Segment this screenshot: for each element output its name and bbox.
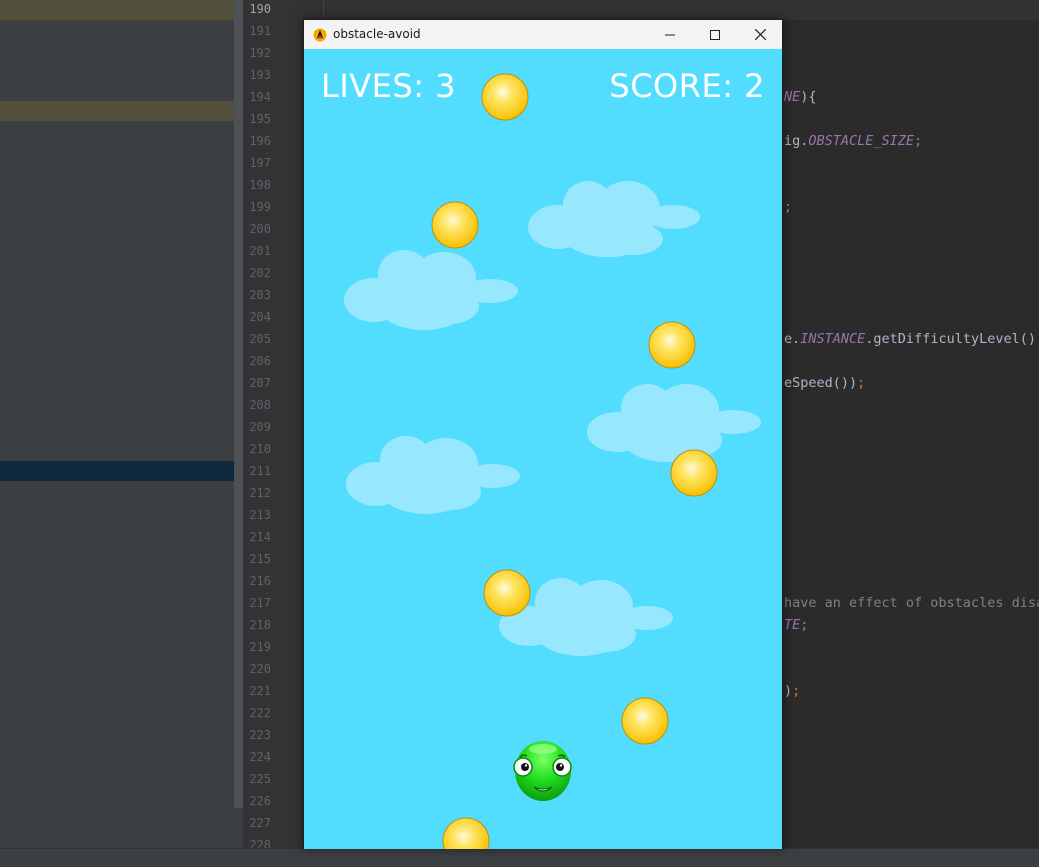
line-number: 202 xyxy=(249,266,271,280)
line-number: 224 xyxy=(249,750,271,764)
line-number: 218 xyxy=(249,618,271,632)
line-number: 216 xyxy=(249,574,271,588)
game-canvas[interactable]: LIVES: 3 SCORE: 2 xyxy=(304,49,782,849)
line-number: 200 xyxy=(249,222,271,236)
code-token: OBSTACLE_SIZE xyxy=(808,133,915,149)
line-number: 193 xyxy=(249,68,271,82)
coin-obstacle xyxy=(481,73,529,121)
maximize-button[interactable] xyxy=(692,20,738,49)
line-number: 198 xyxy=(249,178,271,192)
line-number: 209 xyxy=(249,420,271,434)
game-window[interactable]: obstacle-avoid LIVES: 3 SCORE: 2 xyxy=(303,19,783,849)
line-number: 207 xyxy=(249,376,271,390)
coin-obstacle xyxy=(483,569,531,617)
line-number: 210 xyxy=(249,442,271,456)
code-token: e. xyxy=(784,331,801,347)
cloud xyxy=(528,181,700,257)
coin-obstacle xyxy=(621,697,669,745)
window-title: obstacle-avoid xyxy=(333,27,421,41)
line-number: 214 xyxy=(249,530,271,544)
code-token: ){ xyxy=(800,89,817,105)
current-line-highlight xyxy=(303,0,1039,20)
code-line-221[interactable]: ); xyxy=(784,680,800,702)
line-number: 201 xyxy=(249,244,271,258)
close-icon xyxy=(754,29,766,40)
code-token: ; xyxy=(784,199,793,215)
code-token: ig. xyxy=(784,133,809,149)
line-number: 205 xyxy=(249,332,271,346)
code-line-217[interactable]: have an effect of obstacles disa xyxy=(784,592,1039,614)
code-token: INSTANCE xyxy=(800,331,866,347)
code-token: NE xyxy=(784,89,801,105)
line-number: 191 xyxy=(249,24,271,38)
line-number-gutter: 190 191 192 193 194 195 196 197 198 199 200 201 202 2… xyxy=(243,0,303,852)
line-number: 203 xyxy=(249,288,271,302)
highlighted-row xyxy=(0,101,243,121)
code-line-199[interactable]: ; xyxy=(784,196,792,218)
line-number: 223 xyxy=(249,728,271,742)
line-number: 192 xyxy=(249,46,271,60)
line-number: 213 xyxy=(249,508,271,522)
coin-obstacle xyxy=(431,201,479,249)
line-number: 227 xyxy=(249,816,271,830)
code-line-205[interactable]: e.INSTANCE.getDifficultyLevel(); xyxy=(784,328,1039,350)
code-token: ; xyxy=(914,133,923,149)
score-label: SCORE: 2 xyxy=(609,67,765,105)
line-number: 211 xyxy=(249,464,271,478)
line-number: 215 xyxy=(249,552,271,566)
code-token: .getDifficultyLevel() xyxy=(865,331,1036,347)
coin-obstacle xyxy=(670,449,718,497)
code-line-196[interactable]: ig.OBSTACLE_SIZE; xyxy=(784,130,922,152)
line-number: 206 xyxy=(249,354,271,368)
title-bar[interactable]: obstacle-avoid xyxy=(304,20,782,49)
project-panel xyxy=(0,0,243,848)
line-number: 225 xyxy=(249,772,271,786)
line-number: 195 xyxy=(249,112,271,126)
duke-java-icon xyxy=(313,27,327,42)
minimize-icon xyxy=(665,34,675,35)
line-number: 226 xyxy=(249,794,271,808)
selected-row[interactable] xyxy=(0,461,243,481)
line-number: 217 xyxy=(249,596,271,610)
coin-obstacle xyxy=(442,817,490,849)
maximize-icon xyxy=(710,29,720,40)
line-number: 196 xyxy=(249,134,271,148)
code-comment: have an effect of obstacles disa xyxy=(784,595,1039,611)
close-button[interactable] xyxy=(737,20,783,49)
line-number: 194 xyxy=(249,90,271,104)
code-token: eSpeed()) xyxy=(784,375,858,391)
player-character[interactable] xyxy=(510,737,576,803)
line-number: 190 xyxy=(249,2,271,16)
line-number: 212 xyxy=(249,486,271,500)
coin-obstacle xyxy=(648,321,696,369)
line-number: 197 xyxy=(249,156,271,170)
code-token: ; xyxy=(792,683,801,699)
code-line-218[interactable]: TE; xyxy=(784,614,808,636)
code-line-207[interactable]: eSpeed()); xyxy=(784,372,865,394)
status-bar xyxy=(0,848,1039,867)
line-number: 220 xyxy=(249,662,271,676)
code-token: TE xyxy=(784,617,801,633)
lives-label: LIVES: 3 xyxy=(321,67,456,105)
panel-scrollbar[interactable] xyxy=(234,0,243,808)
cloud xyxy=(344,250,518,330)
minimize-button[interactable] xyxy=(647,20,693,49)
highlighted-row xyxy=(0,0,243,20)
cloud xyxy=(346,436,520,514)
line-number: 221 xyxy=(249,684,271,698)
line-number: 222 xyxy=(249,706,271,720)
line-number: 208 xyxy=(249,398,271,412)
code-token: ; xyxy=(800,617,809,633)
code-token: ) xyxy=(784,683,793,699)
code-token: ; xyxy=(857,375,866,391)
line-number: 219 xyxy=(249,640,271,654)
code-line-194[interactable]: NE){ xyxy=(784,86,817,108)
line-number: 199 xyxy=(249,200,271,214)
line-number: 204 xyxy=(249,310,271,324)
